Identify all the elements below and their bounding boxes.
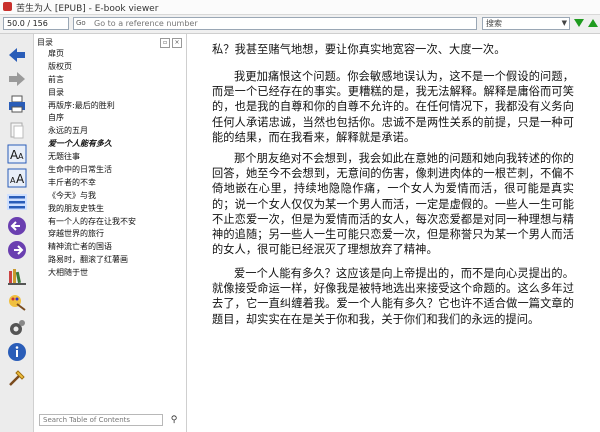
float-icon[interactable]: ▫: [160, 38, 170, 48]
theme-icon[interactable]: [7, 292, 27, 312]
chevron-down-icon[interactable]: ▼: [562, 18, 567, 29]
find-next-icon[interactable]: [574, 19, 584, 27]
reference-placeholder: Go to a reference number: [94, 19, 198, 28]
gear-icon[interactable]: [7, 318, 27, 338]
toc-item[interactable]: 无题往事: [48, 151, 136, 164]
paragraph: 爱一个人能有多久？这应该是向上帝提出的，而不是向心灵提出的。就像接受命运一样，好…: [212, 267, 574, 326]
go-icon[interactable]: Go: [76, 19, 90, 28]
toc-item[interactable]: 路易时，翻滚了红薯画: [48, 254, 136, 267]
paragraph: 那个朋友绝对不会想到，我会如此在意她的问题和她向我转述的你的回答，她至今不会想到…: [212, 152, 574, 257]
find-previous-icon[interactable]: [588, 19, 598, 27]
close-icon[interactable]: ×: [172, 38, 182, 48]
svg-text:A: A: [16, 172, 25, 186]
toc-header-buttons: ▫ ×: [158, 37, 182, 48]
search-value: 搜索: [486, 19, 502, 28]
previous-page-icon[interactable]: [7, 216, 27, 236]
toc-panel: 目录 ▫ × 扉页 版权页 前言 目录 再版序:最后的胜利 自序 永远的五月 爱一个人能有多久无…: [34, 34, 187, 432]
binoculars-icon[interactable]: ⚲: [167, 414, 181, 426]
toc-list: 扉页 版权页 前言 目录 再版序:最后的胜利 自序 永远的五月 爱一个人能有多久 无题往事 生命中…: [48, 48, 136, 280]
toc-header: 目录: [37, 38, 53, 47]
book-content[interactable]: 私？我甚至赌气地想，要让你真实地宽容一次、大度一次。 我更加痛恨这个问题。你会敏…: [187, 34, 600, 432]
font-larger-icon[interactable]: AA: [7, 144, 27, 164]
copy-icon[interactable]: [7, 120, 27, 140]
next-page-icon[interactable]: [7, 240, 27, 260]
toc-item[interactable]: 版权页: [48, 61, 136, 74]
library-icon[interactable]: [7, 266, 27, 286]
toc-item[interactable]: 自序: [48, 112, 136, 125]
position-field[interactable]: 50.0 / 156: [3, 17, 69, 30]
toc-item[interactable]: 我的朋友史铁生: [48, 203, 136, 216]
forward-arrow-icon[interactable]: [7, 69, 27, 89]
toc-item[interactable]: 穿越世界的旅行: [48, 228, 136, 241]
title-bar: 苦生为人 [EPUB] - E-book viewer: [0, 0, 600, 15]
search-input[interactable]: 搜索 ▼: [482, 17, 570, 30]
print-icon[interactable]: [7, 94, 27, 114]
toc-icon[interactable]: [7, 192, 27, 212]
toc-item[interactable]: 有一个人的存在让我不安: [48, 216, 136, 229]
toc-item[interactable]: 扉页: [48, 48, 136, 61]
toc-item[interactable]: 生命中的日常生活: [48, 164, 136, 177]
paragraph: 私？我甚至赌气地想，要让你真实地宽容一次、大度一次。: [212, 43, 506, 56]
toc-item[interactable]: 前言: [48, 74, 136, 87]
toc-item[interactable]: 永远的五月: [48, 125, 136, 138]
paragraph: 我更加痛恨这个问题。你会敏感地误认为，这不是一个假设的问题，而是一个已经存在的事…: [212, 70, 574, 144]
action-sidebar: AA AA: [0, 34, 34, 432]
svg-text:A: A: [18, 152, 24, 161]
toc-item[interactable]: 精神流亡者的国语: [48, 241, 136, 254]
window-title: 苦生为人 [EPUB] - E-book viewer: [16, 4, 159, 14]
toc-item[interactable]: 丰斤者的不幸: [48, 177, 136, 190]
app-icon: [3, 2, 12, 11]
fullscreen-icon[interactable]: [7, 368, 27, 388]
back-arrow-icon[interactable]: [7, 45, 27, 65]
toc-item[interactable]: 《今天》与我: [48, 190, 136, 203]
toc-item[interactable]: 再版序:最后的胜利: [48, 100, 136, 113]
toc-item[interactable]: 爱一个人能有多久: [48, 138, 136, 151]
reference-input[interactable]: Go Go to a reference number: [73, 17, 477, 30]
toc-item[interactable]: 目录: [48, 87, 136, 100]
font-smaller-icon[interactable]: AA: [7, 168, 27, 188]
toolbar: 50.0 / 156 Go Go to a reference number 搜…: [0, 15, 600, 34]
toc-search-input[interactable]: Search Table of Contents: [39, 414, 163, 426]
toc-item[interactable]: 大相随于世: [48, 267, 136, 280]
info-icon[interactable]: [7, 342, 27, 362]
